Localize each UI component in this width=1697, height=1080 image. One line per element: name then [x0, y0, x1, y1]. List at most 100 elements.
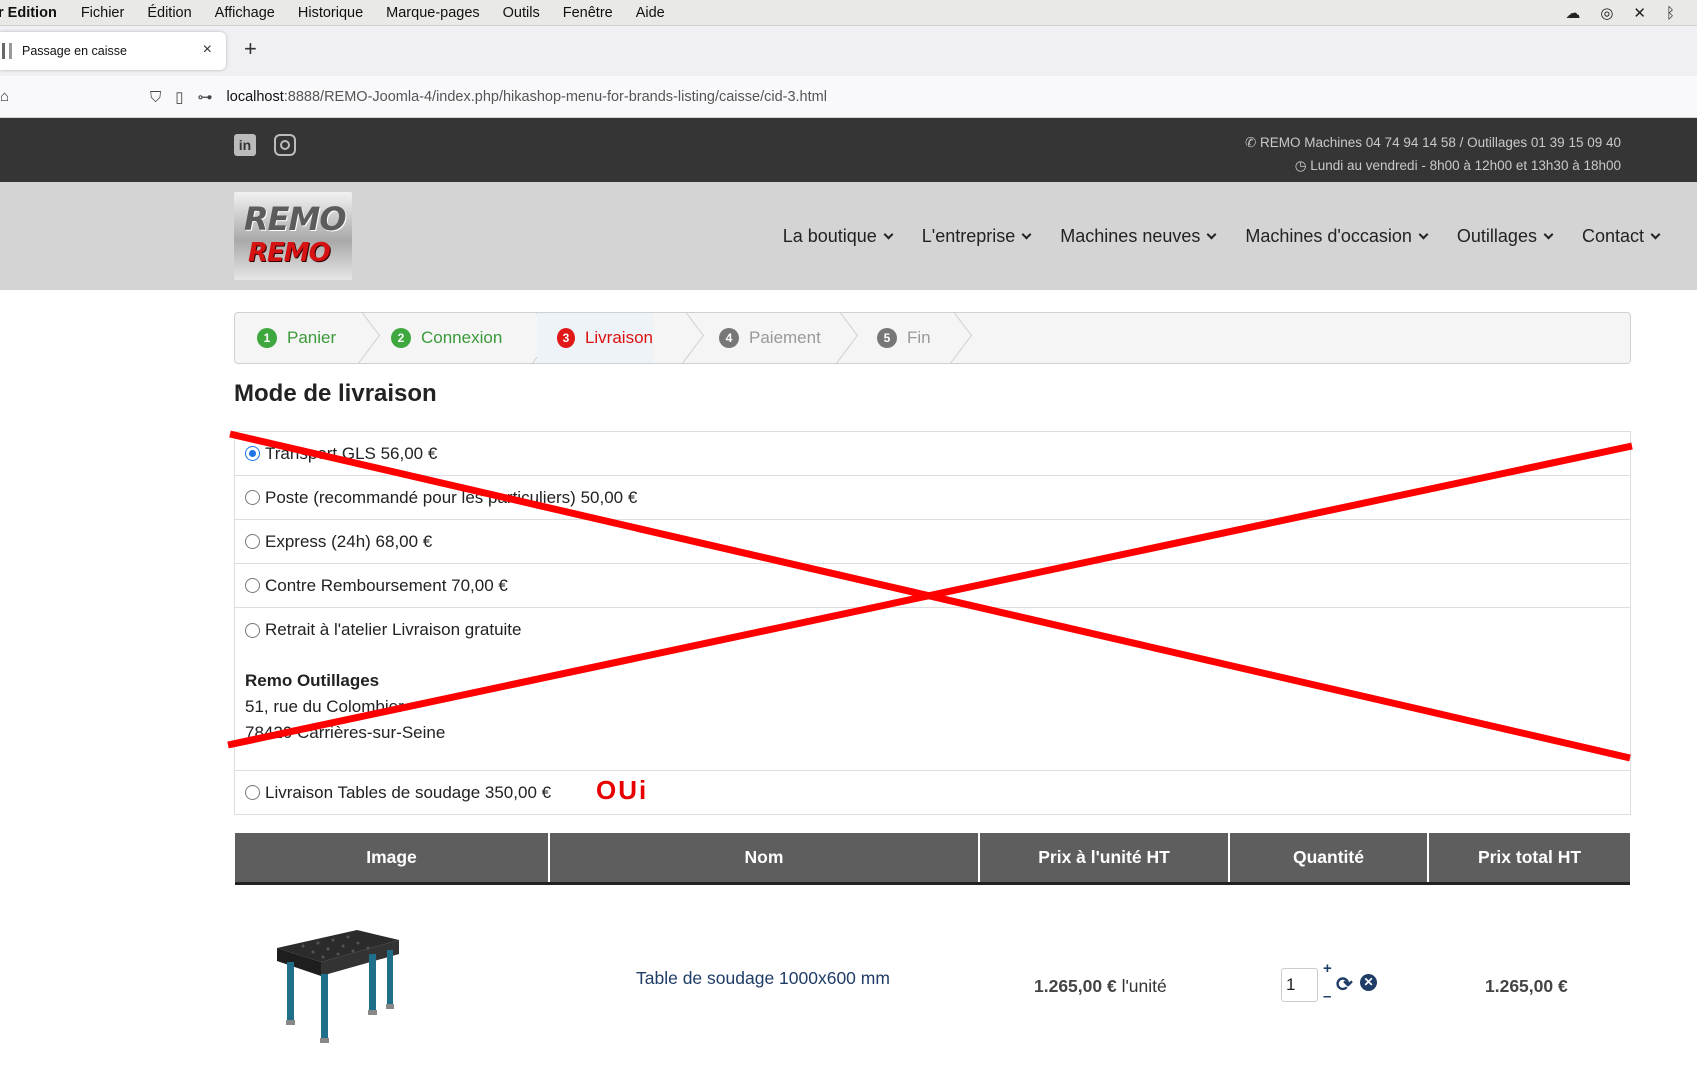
page-icon[interactable]: ▯	[175, 88, 183, 106]
menu-outils[interactable]: Outils	[503, 5, 540, 21]
radio-button[interactable]	[245, 622, 260, 638]
step-number: 2	[391, 328, 411, 348]
nav-label: Machines neuves	[1060, 226, 1201, 246]
nav-label: Machines d'occasion	[1245, 226, 1412, 246]
nav-contact[interactable]: Contact	[1581, 226, 1661, 247]
nav-label: Contact	[1581, 226, 1644, 246]
col-nom: Nom	[550, 833, 980, 882]
logo-text-top: REMO	[244, 200, 347, 238]
nav-outillages[interactable]: Outillages	[1456, 226, 1554, 247]
nav-entreprise[interactable]: L'entreprise	[922, 226, 1032, 247]
instagram-icon[interactable]	[274, 134, 296, 156]
cart-table-header: Image Nom Prix à l'unité HT Quantité Pri…	[235, 833, 1630, 885]
shipping-option-tables[interactable]: Livraison Tables de soudage 350,00 €	[235, 770, 1630, 814]
shipping-option-label: Poste (recommandé pour les particuliers)…	[265, 487, 638, 507]
tab-close-icon[interactable]: ×	[203, 41, 212, 59]
radio-button[interactable]	[245, 534, 260, 549]
shipping-option-label: Livraison Tables de soudage 350,00 €	[265, 782, 552, 802]
step-panier[interactable]: 1 Panier	[257, 313, 336, 363]
checkout-steps: 1 Panier 2 Connexion 3 Livraison 4 Paiem…	[234, 312, 1631, 364]
step-separator	[945, 313, 967, 363]
new-tab-icon[interactable]: +	[244, 36, 257, 62]
pickup-address: Remo Outillages 51, rue du Colombier 784…	[245, 668, 445, 746]
shipping-option-retrait[interactable]: Retrait à l'atelier Livraison gratuite	[235, 608, 1630, 652]
contact-phone: REMO Machines 04 74 94 14 58 / Outillage…	[1260, 135, 1621, 150]
key-icon[interactable]: ⊶	[198, 88, 213, 106]
shipping-option-poste[interactable]: Poste (recommandé pour les particuliers)…	[235, 476, 1630, 520]
menu-fichier[interactable]: Fichier	[81, 5, 125, 21]
menu-fenetre[interactable]: Fenêtre	[563, 5, 613, 21]
quantity-input[interactable]: 1	[1281, 968, 1318, 1002]
step-number: 1	[257, 328, 277, 348]
mute-icon[interactable]: ✕	[1633, 4, 1646, 22]
shipping-option-label: Retrait à l'atelier Livraison gratuite	[265, 620, 522, 639]
chevron-down-icon	[1418, 229, 1429, 239]
address-field[interactable]: ⛉ ▯ ⊶ localhost :8888/REMO-Joomla-4/inde…	[150, 80, 1697, 114]
product-image[interactable]	[273, 928, 403, 1048]
unit-price-value: 1.265,00 €	[1034, 976, 1117, 996]
app-name[interactable]: r Edition	[0, 5, 57, 21]
nav-machines-neuves[interactable]: Machines neuves	[1060, 226, 1217, 247]
chevron-down-icon	[883, 229, 894, 239]
system-tray: ☁ ◎ ✕ ᛒ	[1565, 4, 1675, 23]
step-separator	[353, 313, 375, 363]
address-company: Remo Outillages	[245, 671, 380, 690]
total-price: 1.265,00 €	[1485, 976, 1568, 996]
creative-cloud-icon[interactable]: ☁	[1565, 4, 1580, 22]
col-image: Image	[235, 833, 550, 882]
menu-marque-pages[interactable]: Marque-pages	[386, 5, 480, 21]
airdrop-icon[interactable]: ◎	[1600, 4, 1613, 22]
quantity-plus-button[interactable]: +	[1323, 960, 1332, 977]
remove-icon[interactable]: ✕	[1360, 974, 1377, 991]
unit-price: 1.265,00 € l'unité	[1034, 976, 1167, 997]
home-icon[interactable]: ⌂	[0, 88, 9, 105]
menu-aide[interactable]: Aide	[636, 5, 665, 21]
nav-machines-occasion[interactable]: Machines d'occasion	[1245, 226, 1429, 247]
shipping-option-label: Contre Remboursement 70,00 €	[265, 575, 508, 595]
radio-button[interactable]	[245, 578, 260, 593]
product-name-link[interactable]: Table de soudage 1000x600 mm	[636, 968, 890, 989]
step-fin: 5 Fin	[877, 313, 931, 363]
chevron-down-icon	[1206, 229, 1217, 239]
linkedin-icon[interactable]: in	[234, 134, 256, 156]
os-menu-bar: r Edition Fichier Édition Affichage Hist…	[0, 0, 1697, 26]
tab-title: Passage en caisse	[22, 44, 127, 58]
cart-row: Table de soudage 1000x600 mm 1.265,00 € …	[235, 900, 1630, 1070]
shipping-option-label: Transport GLS 56,00 €	[265, 443, 438, 463]
remo-logo[interactable]: REMO REMO	[234, 192, 352, 280]
shipping-option-gls[interactable]: Transport GLS 56,00 €	[235, 432, 1630, 476]
menu-affichage[interactable]: Affichage	[215, 5, 275, 21]
section-title: Mode de livraison	[234, 380, 437, 407]
logo-text-bottom: REMO	[248, 238, 331, 268]
shipping-option-express[interactable]: Express (24h) 68,00 €	[235, 520, 1630, 564]
nav-label: Outillages	[1456, 226, 1537, 246]
refresh-icon[interactable]: ⟳	[1336, 972, 1353, 997]
shipping-option-remboursement[interactable]: Contre Remboursement 70,00 €	[235, 564, 1630, 608]
radio-button[interactable]	[245, 785, 260, 800]
menu-historique[interactable]: Historique	[298, 5, 363, 21]
unit-price-suffix: l'unité	[1116, 976, 1167, 996]
clock-icon: ◷	[1294, 158, 1311, 173]
address-city: 78420 Carrières-sur-Seine	[245, 723, 446, 742]
step-label: Connexion	[421, 328, 503, 347]
menu-edition[interactable]: Édition	[147, 5, 191, 21]
chevron-down-icon	[1021, 229, 1032, 239]
radio-button[interactable]	[245, 490, 260, 505]
phone-icon: ✆	[1244, 135, 1261, 150]
social-links: in	[234, 134, 296, 156]
contact-info: ✆ REMO Machines 04 74 94 14 58 / Outilla…	[1245, 131, 1621, 177]
bluetooth-icon[interactable]: ᛒ	[1666, 5, 1675, 22]
step-connexion[interactable]: 2 Connexion	[391, 313, 502, 363]
shipping-option-label: Express (24h) 68,00 €	[265, 531, 433, 551]
col-prix-unite: Prix à l'unité HT	[980, 833, 1230, 882]
quantity-minus-button[interactable]: –	[1323, 988, 1331, 1005]
url-path: :8888/REMO-Joomla-4/index.php/hikashop-m…	[283, 89, 827, 105]
main-menu: La boutique L'entreprise Machines neuves…	[783, 226, 1661, 247]
browser-tab[interactable]: Passage en caisse ×	[0, 32, 226, 70]
radio-button[interactable]	[245, 446, 260, 461]
chevron-down-icon	[1650, 229, 1661, 239]
step-label: Livraison	[584, 328, 653, 347]
address-street: 51, rue du Colombier	[245, 697, 404, 716]
shield-icon[interactable]: ⛉	[150, 89, 161, 106]
nav-la-boutique[interactable]: La boutique	[783, 226, 894, 247]
